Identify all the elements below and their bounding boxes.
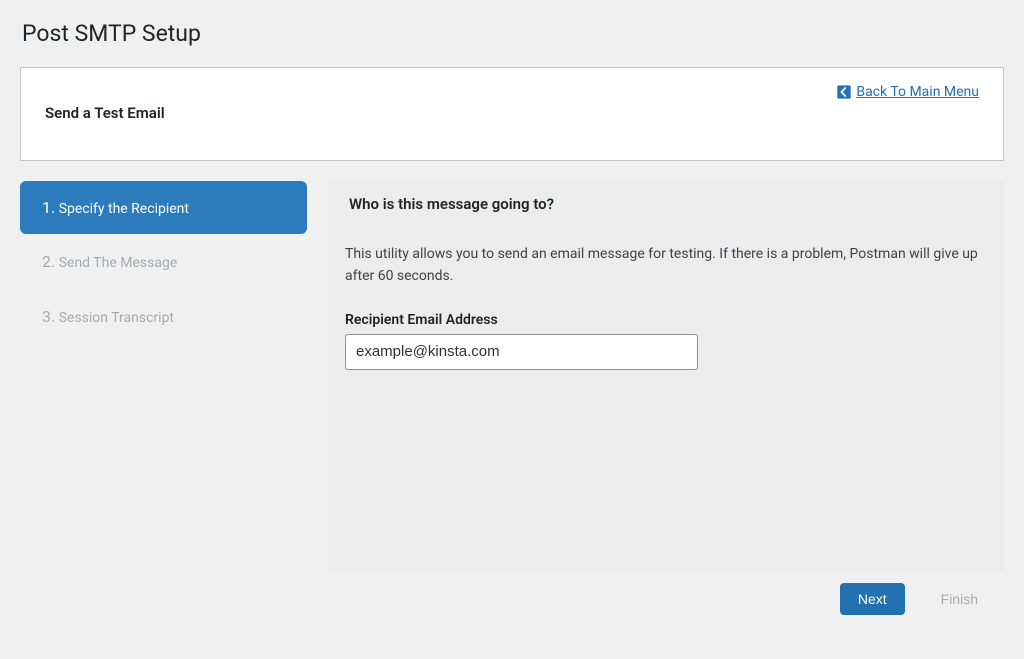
next-button[interactable]: Next [840, 583, 905, 615]
step-label: Session Transcript [59, 310, 174, 326]
wizard-content-panel: Who is this message going to? This utili… [327, 181, 1004, 571]
step-number: 2. [42, 252, 55, 271]
recipient-email-input[interactable] [345, 334, 698, 370]
page-title: Post SMTP Setup [20, 20, 1004, 47]
step-label: Specify the Recipient [59, 201, 189, 217]
test-email-card: Back To Main Menu Send a Test Email [20, 67, 1004, 161]
step-number: 3. [42, 307, 55, 326]
wizard-steps: 1. Specify the Recipient 2. Send The Mes… [20, 181, 307, 344]
wizard-buttons: Next Finish [327, 583, 1004, 615]
content-description: This utility allows you to send an email… [345, 243, 986, 288]
wizard-container: 1. Specify the Recipient 2. Send The Mes… [20, 181, 1004, 615]
recipient-email-label: Recipient Email Address [345, 312, 986, 328]
back-to-main-menu-link[interactable]: Back To Main Menu [836, 84, 979, 100]
step-number: 1. [42, 198, 55, 217]
arrow-left-icon [836, 84, 852, 100]
step-label: Send The Message [59, 255, 178, 271]
wizard-step-recipient[interactable]: 1. Specify the Recipient [20, 181, 307, 234]
content-heading: Who is this message going to? [345, 195, 986, 213]
finish-button: Finish [923, 583, 996, 615]
back-link-text: Back To Main Menu [856, 84, 979, 100]
wizard-step-transcript[interactable]: 3. Session Transcript [20, 289, 307, 344]
wizard-step-send[interactable]: 2. Send The Message [20, 234, 307, 289]
